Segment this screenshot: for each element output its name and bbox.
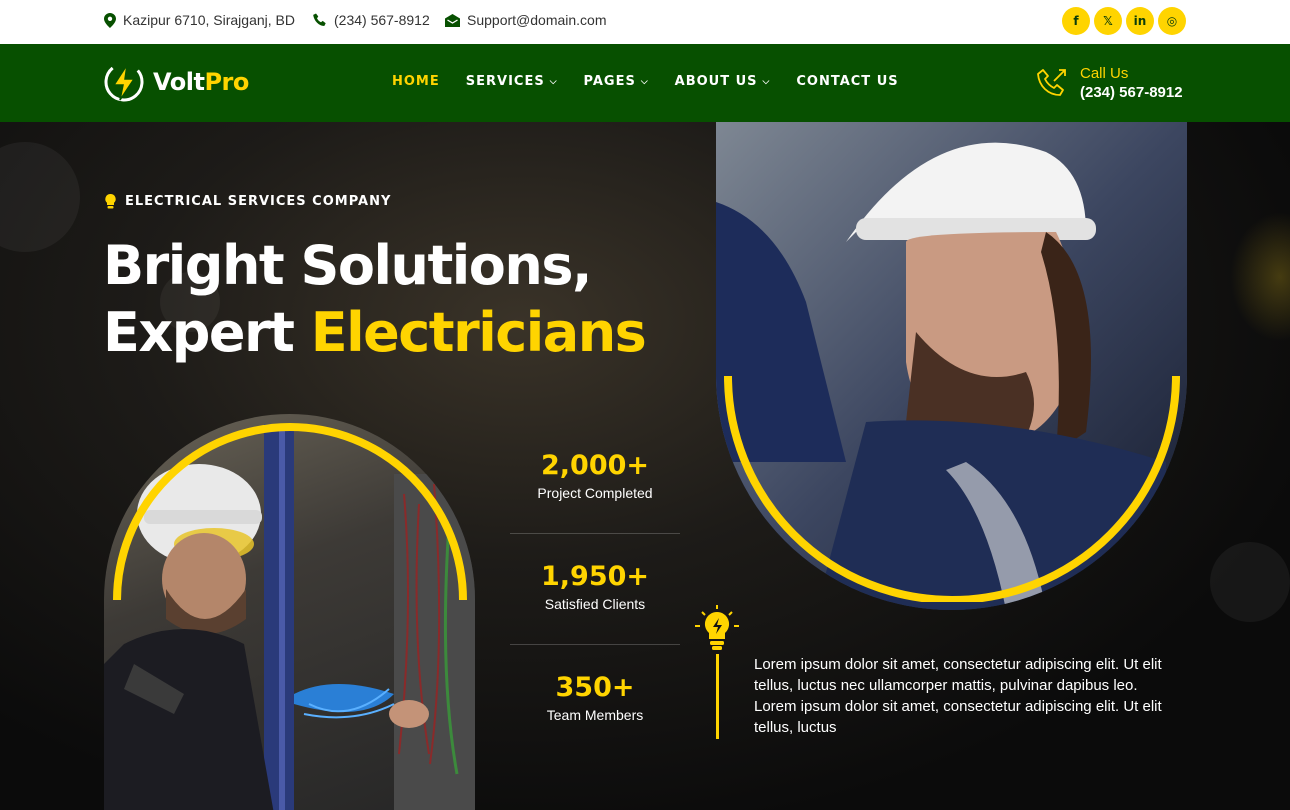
nav-contact-label: CONTACT US [796, 74, 899, 89]
linkedin-icon[interactable]: in [1126, 7, 1154, 35]
phone-icon [313, 13, 326, 26]
stat-divider [510, 644, 680, 645]
hero-tagline: ELECTRICAL SERVICES COMPANY [105, 194, 391, 209]
hero-tagline-text: ELECTRICAL SERVICES COMPANY [125, 194, 392, 209]
background-bokeh [1210, 542, 1290, 622]
hero-title-plain: Expert [103, 301, 311, 364]
hero-description: Lorem ipsum dolor sit amet, consectetur … [754, 656, 1162, 736]
x-twitter-icon[interactable]: 𝕏 [1094, 7, 1122, 35]
email-info[interactable]: Support@domain.com [445, 12, 607, 28]
location-pin-icon [104, 12, 116, 28]
background-bokeh [0, 142, 80, 252]
instagram-icon[interactable]: ◎ [1158, 7, 1186, 35]
stat-team-label: Team Members [546, 707, 644, 723]
idea-bulb-icon [695, 605, 739, 650]
brand-name: VoltPro [153, 68, 249, 96]
main-menu: HOME SERVICES ⌵ PAGES ⌵ ABOUT US ⌵ CONTACT … [392, 74, 925, 89]
address-info: Kazipur 6710, Sirajganj, BD [104, 12, 295, 28]
site-logo[interactable]: VoltPro [103, 61, 249, 103]
yellow-arc-right [724, 375, 1180, 602]
nav-pages[interactable]: PAGES ⌵ [584, 74, 649, 89]
social-links: f 𝕏 in ◎ [1062, 7, 1186, 35]
phone-text: (234) 567-8912 [334, 12, 430, 28]
hero-title: Bright Solutions, Expert Electricians [103, 232, 647, 366]
hero-title-line1: Bright Solutions, [103, 234, 592, 297]
background-glow [1230, 212, 1290, 342]
envelope-icon [445, 13, 460, 27]
stat-team: 350+ Team Members [510, 672, 680, 723]
nav-services-label: SERVICES [465, 74, 545, 89]
stat-projects-value: 2,000+ [540, 450, 650, 481]
lightning-bolt-icon [104, 62, 144, 102]
stat-projects-label: Project Completed [537, 485, 653, 501]
hero-title-highlight: Electricians [310, 301, 647, 364]
brand-name-part2: Pro [204, 68, 249, 96]
stat-clients: 1,950+ Satisfied Clients [510, 561, 680, 612]
hero-section: ELECTRICAL SERVICES COMPANY Bright Solut… [0, 122, 1290, 810]
top-bar: Kazipur 6710, Sirajganj, BD (234) 567-89… [0, 0, 1290, 44]
nav-about-label: ABOUT US [674, 74, 758, 89]
call-us-label: Call Us [1080, 65, 1129, 82]
stat-clients-value: 1,950+ [540, 561, 650, 592]
brand-name-part1: Volt [153, 68, 205, 96]
email-text: Support@domain.com [467, 12, 607, 28]
call-us-block[interactable]: Call Us (234) 567-8912 [1035, 64, 1183, 102]
nav-home-label: HOME [392, 74, 440, 89]
stat-projects: 2,000+ Project Completed [510, 450, 680, 501]
nav-home[interactable]: HOME [392, 74, 440, 89]
phone-info[interactable]: (234) 567-8912 [313, 12, 430, 28]
chevron-down-icon: ⌵ [762, 76, 771, 87]
nav-contact[interactable]: CONTACT US [796, 74, 898, 89]
chevron-down-icon: ⌵ [549, 76, 558, 87]
call-us-number: (234) 567-8912 [1080, 84, 1183, 101]
stat-team-value: 350+ [555, 672, 635, 703]
main-navbar: VoltPro HOME SERVICES ⌵ PAGES ⌵ ABOUT US ⌵ … [0, 44, 1290, 122]
stat-clients-label: Satisfied Clients [544, 596, 646, 612]
chevron-down-icon: ⌵ [640, 76, 649, 87]
lightbulb-icon [105, 194, 116, 209]
hero-title-line2: Expert Electricians [103, 299, 647, 366]
yellow-arc-left [113, 423, 467, 601]
phone-call-icon [1037, 68, 1066, 96]
facebook-icon[interactable]: f [1062, 7, 1090, 35]
address-text: Kazipur 6710, Sirajganj, BD [123, 12, 295, 28]
nav-pages-label: PAGES [583, 74, 636, 89]
stat-divider [510, 533, 680, 534]
nav-services[interactable]: SERVICES ⌵ [466, 74, 558, 89]
bulb-line [716, 654, 719, 739]
nav-about[interactable]: ABOUT US ⌵ [675, 74, 771, 89]
